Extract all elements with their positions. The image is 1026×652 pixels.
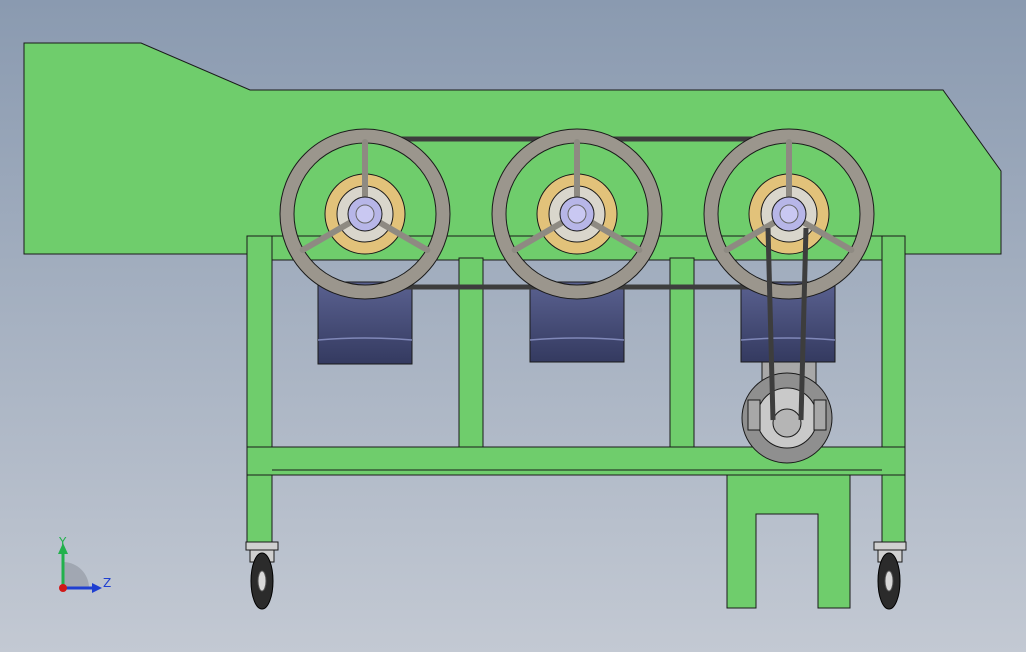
pulley-shaft [567,204,587,224]
z-axis-label: Z [103,576,111,590]
origin-dot [59,584,67,592]
y-axis-label: Y [58,535,67,549]
frame-leg-right [881,235,906,547]
frame-post-1 [458,257,484,476]
pulley-shaft [779,204,799,224]
machine-drawing: Y Z [0,0,1026,652]
pulley-shaft [355,204,375,224]
cad-viewport[interactable]: Y Z [0,0,1026,652]
frame-post-2 [669,257,695,476]
frame-leg-left [246,235,273,547]
